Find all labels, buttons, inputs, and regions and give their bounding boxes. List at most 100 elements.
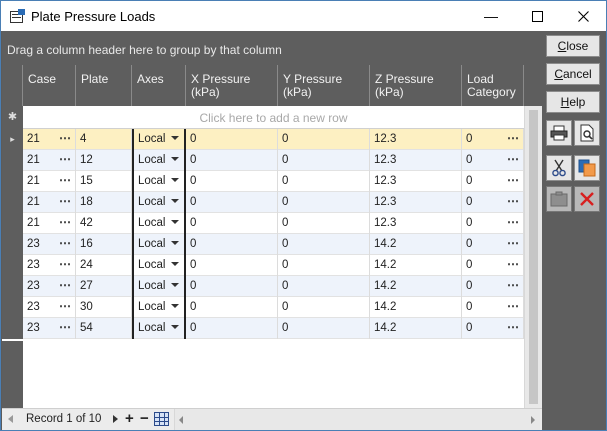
scroll-left-icon[interactable] (179, 416, 183, 424)
row-indicator[interactable] (2, 297, 23, 318)
ellipsis-icon[interactable]: ⋯ (59, 278, 71, 292)
cell-axes[interactable]: Local (132, 276, 186, 297)
cell-y-pressure[interactable]: 0 (278, 129, 370, 150)
row-indicator[interactable] (2, 213, 23, 234)
ellipsis-icon[interactable]: ⋯ (59, 299, 71, 313)
cell-z-pressure[interactable]: 12.3 (370, 192, 462, 213)
dropdown-arrow-icon[interactable] (171, 241, 179, 245)
cell-z-pressure[interactable]: 14.2 (370, 276, 462, 297)
cell-plate[interactable]: 18 (76, 192, 132, 213)
cell-axes[interactable]: Local (132, 318, 186, 339)
ellipsis-icon[interactable]: ⋯ (59, 320, 71, 334)
cell-z-pressure[interactable]: 14.2 (370, 297, 462, 318)
cancel-button[interactable]: Cancel (546, 63, 600, 85)
cell-x-pressure[interactable]: 0 (186, 255, 278, 276)
dropdown-arrow-icon[interactable] (171, 220, 179, 224)
cell-z-pressure[interactable]: 12.3 (370, 129, 462, 150)
column-header-axes[interactable]: Axes (132, 65, 186, 106)
ellipsis-icon[interactable]: ⋯ (507, 194, 519, 208)
cell-load-category[interactable]: 0 ⋯ (462, 150, 524, 171)
cell-case[interactable]: 21 ⋯ (23, 171, 76, 192)
cell-y-pressure[interactable]: 0 (278, 318, 370, 339)
dropdown-arrow-icon[interactable] (171, 199, 179, 203)
table-row[interactable]: 21 ⋯ 42 Local 0 0 12.3 0 ⋯ (2, 213, 524, 234)
ellipsis-icon[interactable]: ⋯ (59, 194, 71, 208)
row-indicator[interactable] (2, 171, 23, 192)
cell-case[interactable]: 23 ⋯ (23, 297, 76, 318)
column-header-z-pressure[interactable]: Z Pressure (kPa) (370, 65, 462, 106)
row-indicator[interactable] (2, 255, 23, 276)
cell-plate[interactable]: 4 (76, 129, 132, 150)
ellipsis-icon[interactable]: ⋯ (59, 152, 71, 166)
cell-x-pressure[interactable]: 0 (186, 297, 278, 318)
cell-y-pressure[interactable]: 0 (278, 150, 370, 171)
cell-load-category[interactable]: 0 ⋯ (462, 255, 524, 276)
minimize-button[interactable]: — (468, 1, 514, 31)
cell-case[interactable]: 23 ⋯ (23, 234, 76, 255)
dropdown-arrow-icon[interactable] (171, 157, 179, 161)
cell-axes[interactable]: Local (132, 192, 186, 213)
table-row[interactable]: 23 ⋯ 24 Local 0 0 14.2 0 ⋯ (2, 255, 524, 276)
scroll-right-icon[interactable] (531, 416, 535, 424)
ellipsis-icon[interactable]: ⋯ (507, 215, 519, 229)
ellipsis-icon[interactable]: ⋯ (507, 131, 519, 145)
cell-axes[interactable]: Local (132, 129, 186, 150)
dropdown-arrow-icon[interactable] (171, 325, 179, 329)
ellipsis-icon[interactable]: ⋯ (507, 173, 519, 187)
cell-z-pressure[interactable]: 12.3 (370, 171, 462, 192)
new-row-prompt[interactable]: Click here to add a new row (23, 106, 524, 129)
add-record-icon[interactable]: + (125, 410, 134, 427)
table-row[interactable]: ▸ 21 ⋯ 4 Local 0 0 12.3 0 ⋯ (2, 129, 524, 150)
column-header-x-pressure[interactable]: X Pressure (kPa) (186, 65, 278, 106)
cell-z-pressure[interactable]: 12.3 (370, 150, 462, 171)
cell-plate[interactable]: 27 (76, 276, 132, 297)
cell-load-category[interactable]: 0 ⋯ (462, 213, 524, 234)
cell-y-pressure[interactable]: 0 (278, 297, 370, 318)
cell-case[interactable]: 21 ⋯ (23, 129, 76, 150)
table-row[interactable]: 23 ⋯ 27 Local 0 0 14.2 0 ⋯ (2, 276, 524, 297)
ellipsis-icon[interactable]: ⋯ (507, 299, 519, 313)
group-by-panel[interactable]: Drag a column header here to group by th… (2, 31, 542, 65)
cell-case[interactable]: 21 ⋯ (23, 192, 76, 213)
row-indicator[interactable] (2, 150, 23, 171)
table-row[interactable]: 23 ⋯ 54 Local 0 0 14.2 0 ⋯ (2, 318, 524, 339)
table-row[interactable]: 21 ⋯ 18 Local 0 0 12.3 0 ⋯ (2, 192, 524, 213)
ellipsis-icon[interactable]: ⋯ (507, 236, 519, 250)
column-header-case[interactable]: Case (23, 65, 76, 106)
cut-button[interactable] (546, 155, 572, 181)
help-button[interactable]: Help (546, 91, 600, 113)
table-row[interactable]: 21 ⋯ 12 Local 0 0 12.3 0 ⋯ (2, 150, 524, 171)
cell-x-pressure[interactable]: 0 (186, 234, 278, 255)
cell-z-pressure[interactable]: 14.2 (370, 234, 462, 255)
close-window-button[interactable] (560, 1, 606, 31)
table-row[interactable]: 23 ⋯ 16 Local 0 0 14.2 0 ⋯ (2, 234, 524, 255)
row-indicator[interactable] (2, 318, 23, 339)
cell-load-category[interactable]: 0 ⋯ (462, 129, 524, 150)
print-preview-button[interactable] (574, 120, 600, 146)
cell-axes[interactable]: Local (132, 150, 186, 171)
cell-axes[interactable]: Local (132, 297, 186, 318)
ellipsis-icon[interactable]: ⋯ (59, 173, 71, 187)
row-indicator[interactable] (2, 192, 23, 213)
previous-record-icon[interactable] (8, 415, 13, 423)
copy-button[interactable] (574, 155, 600, 181)
dropdown-arrow-icon[interactable] (171, 178, 179, 182)
row-indicator[interactable] (2, 276, 23, 297)
cell-x-pressure[interactable]: 0 (186, 276, 278, 297)
ellipsis-icon[interactable]: ⋯ (59, 215, 71, 229)
print-button[interactable] (546, 120, 572, 146)
dropdown-arrow-icon[interactable] (171, 283, 179, 287)
cell-plate[interactable]: 30 (76, 297, 132, 318)
paste-button[interactable] (546, 186, 572, 212)
ellipsis-icon[interactable]: ⋯ (59, 257, 71, 271)
dropdown-arrow-icon[interactable] (171, 136, 179, 140)
dropdown-arrow-icon[interactable] (171, 304, 179, 308)
ellipsis-icon[interactable]: ⋯ (59, 131, 71, 145)
ellipsis-icon[interactable]: ⋯ (507, 152, 519, 166)
cell-case[interactable]: 21 ⋯ (23, 150, 76, 171)
ellipsis-icon[interactable]: ⋯ (507, 257, 519, 271)
cell-axes[interactable]: Local (132, 213, 186, 234)
delete-button[interactable] (574, 186, 600, 212)
horizontal-scrollbar[interactable] (174, 409, 540, 430)
column-header-load-category[interactable]: Load Category (462, 65, 524, 106)
